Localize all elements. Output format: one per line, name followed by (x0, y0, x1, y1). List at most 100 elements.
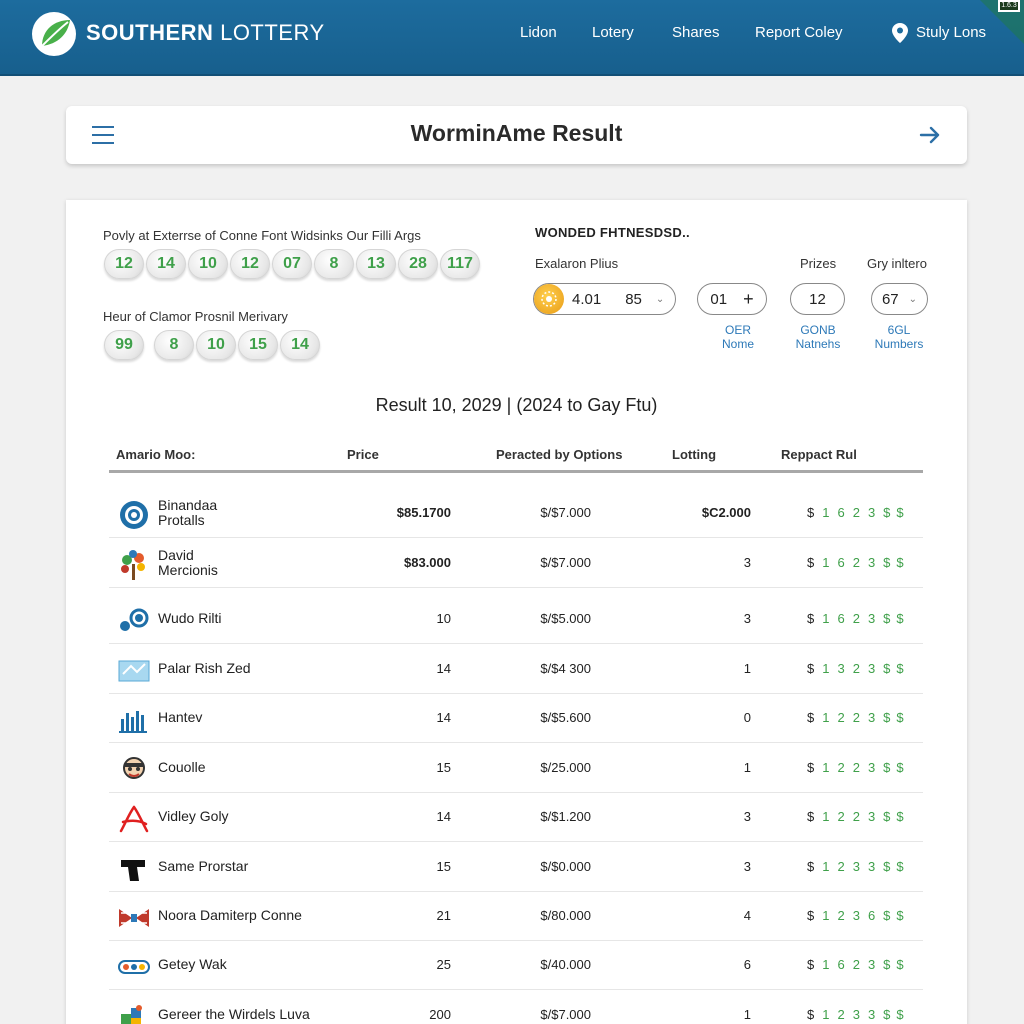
row-payout: $1 2 2 3 $ $ (807, 710, 910, 725)
table-row[interactable]: David Mercionis $83.000 $/$7.000 3 $1 6 2 3 $… (109, 538, 923, 588)
coin-icon (534, 284, 564, 314)
row-name[interactable]: David Mercionis (158, 548, 218, 578)
finder-caption-3[interactable]: 6GL Numbers (866, 323, 932, 351)
plus-icon[interactable]: + (743, 289, 754, 310)
row-payout: $1 6 2 3 $ $ (807, 505, 910, 520)
nav-link-report[interactable]: Report Coley (755, 24, 843, 41)
row-name[interactable]: Gereer the Wirdels Luva (158, 1007, 310, 1022)
lottery-ball: 10 (188, 249, 228, 279)
table-row[interactable]: Getey Wak 25 $/40.000 6 $1 6 2 3 $ $ (109, 940, 923, 990)
pay-dollar: $ (883, 908, 891, 923)
pay-dollar: $ (807, 661, 815, 676)
row-payout: $1 2 3 3 $ $ (807, 859, 910, 874)
location-pin-icon (892, 23, 908, 43)
pay-dollar: $ (807, 611, 815, 626)
pay-number: 3 (867, 710, 876, 725)
row-price: 14 (436, 661, 451, 676)
pay-number: 2 (837, 760, 845, 775)
pay-dollar: $ (883, 809, 891, 824)
row-name[interactable]: Wudo Rilti (158, 611, 222, 626)
column-header[interactable]: Amario Moo: (116, 447, 195, 462)
nav-link-lidon[interactable]: Lidon (520, 24, 557, 41)
pay-number: 1 (822, 908, 830, 923)
finder-caption-2[interactable]: GONB Natnehs (785, 323, 851, 351)
pay-dollar: $ (896, 661, 904, 676)
row-payout: $1 3 2 3 $ $ (807, 661, 910, 676)
gry-select[interactable]: 67 ⌄ (871, 283, 928, 315)
header-divider (109, 470, 923, 473)
bow-icon (117, 903, 151, 933)
puzzle-icon (117, 1002, 151, 1024)
row-name[interactable]: Binandaa Protalls (158, 498, 217, 528)
row-options: $/40.000 (540, 957, 591, 972)
table-row[interactable]: Gereer the Wirdels Luva 200 $/$7.000 1 $… (109, 990, 923, 1024)
column-header[interactable]: Price (347, 447, 379, 462)
pay-dollar: $ (807, 760, 815, 775)
row-lotting: 1 (743, 760, 751, 775)
caption-line: OER (724, 323, 751, 337)
row-name[interactable]: Palar Rish Zed (158, 661, 251, 676)
row-price: 14 (436, 710, 451, 725)
gry-value: 67 (881, 290, 899, 308)
pay-dollar: $ (896, 505, 904, 520)
row-price: 15 (436, 760, 451, 775)
pay-dollar: $ (896, 710, 904, 725)
column-header[interactable]: Peracted by Options (496, 447, 622, 462)
pay-number: 2 (852, 710, 860, 725)
pay-number: 6 (867, 908, 876, 923)
finder-label-left: Exalaron Plius (535, 256, 619, 271)
pay-dollar: $ (883, 1007, 891, 1022)
lottery-ball: 99 (104, 330, 144, 360)
nav-link-shares[interactable]: Shares (672, 24, 720, 41)
finder-caption-1[interactable]: OER Nome (708, 323, 768, 351)
pay-number: 3 (837, 661, 845, 676)
pay-dollar: $ (896, 908, 904, 923)
row-name-line: David (158, 547, 194, 563)
table-row[interactable]: Binandaa Protalls $85.1700 $/$7.000 $C2.0… (109, 488, 923, 538)
draw-caption-1: Povly at Exterrse of Conne Font Widsinks… (103, 228, 421, 243)
row-price: $85.1700 (396, 505, 451, 520)
row-name[interactable]: Hantev (158, 710, 202, 725)
number-select[interactable]: 4.01 85 ⌄ (533, 283, 676, 315)
row-name[interactable]: Noora Damiterp Conne (158, 908, 302, 923)
row-options: $/$1.200 (540, 809, 591, 824)
stepper-01[interactable]: 01 + (697, 283, 767, 315)
prize-field[interactable]: 12 (790, 283, 845, 315)
pay-number: 1 (822, 957, 830, 972)
column-header[interactable]: Lotting (672, 447, 716, 462)
column-header[interactable]: Reppact Rul (781, 447, 857, 462)
brand-bold: SOUTHERN (86, 20, 214, 45)
nav-link-location[interactable]: Stuly Lons (916, 24, 986, 41)
row-options: $/80.000 (540, 908, 591, 923)
table-row[interactable]: Hantev 14 $/$5.600 0 $1 2 2 3 $ $ (109, 693, 923, 743)
row-name[interactable]: Couolle (158, 760, 205, 775)
row-name-line: Noora Damiterp Conne (158, 907, 302, 923)
chevron-down-icon: ⌄ (655, 293, 665, 305)
pay-number: 2 (852, 661, 860, 676)
logo-leaf-icon[interactable] (30, 10, 78, 58)
table-row[interactable]: Couolle 15 $/25.000 1 $1 2 2 3 $ $ (109, 743, 923, 793)
table-row[interactable]: Noora Damiterp Conne 21 $/80.000 4 $1 2 3 6… (109, 891, 923, 941)
finder-label-prizes: Prizes (800, 256, 837, 271)
nav-link-lotery[interactable]: Lotery (592, 24, 634, 41)
row-name-line: Same Prorstar (158, 858, 249, 874)
row-name[interactable]: Vidley Goly (158, 809, 229, 824)
finder-title: WONDED FHTNESDSD.. (535, 225, 690, 240)
table-row[interactable]: Same Prorstar 15 $/$0.000 3 $1 2 3 3 $ $ (109, 842, 923, 892)
pay-number: 2 (852, 809, 860, 824)
row-name[interactable]: Getey Wak (158, 957, 227, 972)
table-row[interactable]: Wudo Rilti 10 $/$5.000 3 $1 6 2 3 $ $ (109, 594, 923, 644)
row-name-line: Vidley Goly (158, 808, 229, 824)
row-name[interactable]: Same Prorstar (158, 859, 248, 874)
table-row[interactable]: Vidley Goly 14 $/$1.200 3 $1 2 2 3 $ $ (109, 792, 923, 842)
pay-number: 3 (867, 957, 876, 972)
arrow-right-icon[interactable] (919, 124, 941, 146)
brand-name[interactable]: SOUTHERN LOTTERY (86, 20, 325, 46)
caption-line: Numbers (874, 337, 924, 351)
row-lotting: 3 (743, 859, 751, 874)
row-lotting: 1 (743, 1007, 751, 1022)
row-lotting: 3 (743, 555, 751, 570)
pay-number: 3 (852, 908, 860, 923)
row-price: 200 (429, 1007, 451, 1022)
table-row[interactable]: Palar Rish Zed 14 $/$4 300 1 $1 3 2 3 $ $ (109, 644, 923, 694)
